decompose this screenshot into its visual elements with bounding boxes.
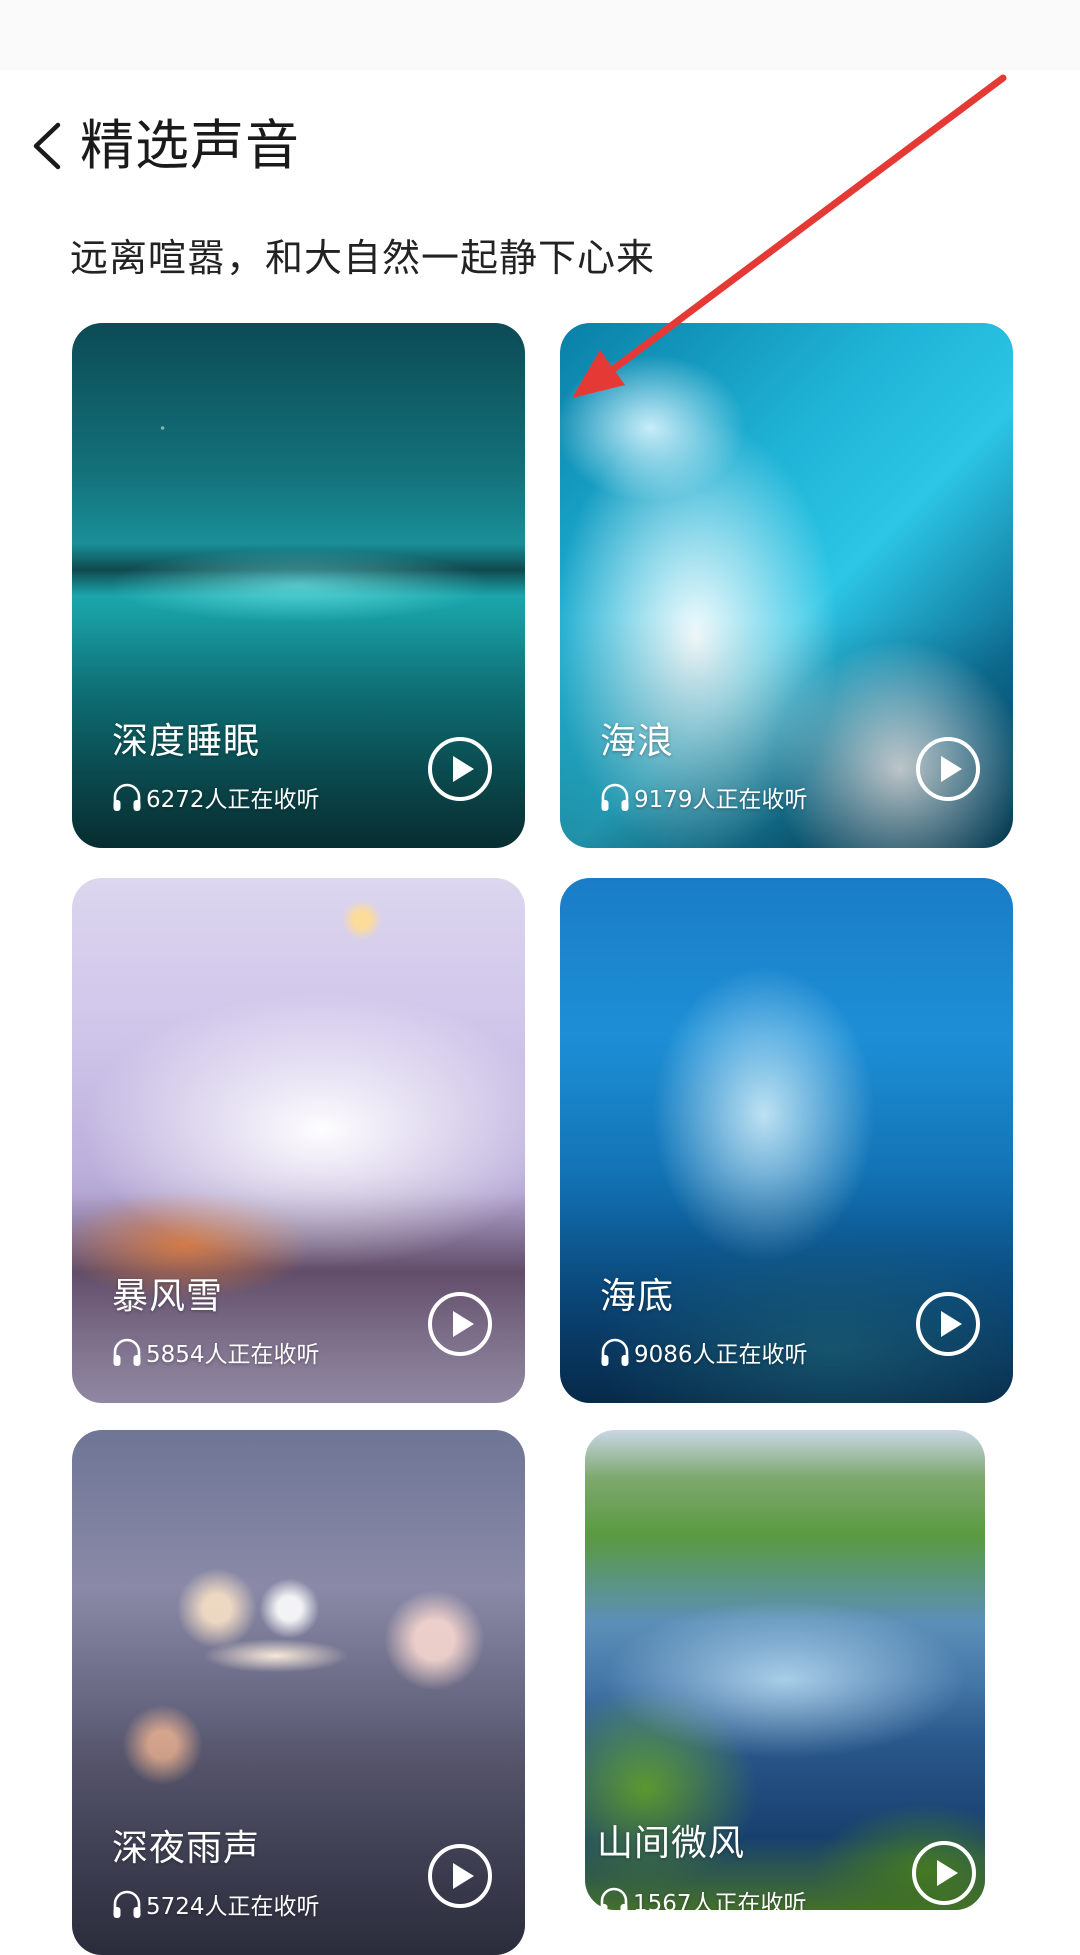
listener-count-text: 6272人正在收听 (146, 787, 320, 813)
listener-count: 5724人正在收听 (110, 1887, 320, 1921)
headphones-icon (601, 783, 629, 811)
listener-count-text: 9179人正在收听 (634, 787, 808, 813)
sound-card-night-rain[interactable]: 深夜雨声 5724人正在收听 (72, 1430, 525, 1955)
card-title: 深度睡眠 (112, 721, 261, 762)
headphones-icon (601, 1338, 629, 1366)
card-title: 山间微风 (597, 1823, 746, 1864)
play-button[interactable] (427, 1843, 493, 1909)
sound-card-seabed[interactable]: 海底 9086人正在收听 (560, 878, 1013, 1403)
headphones-icon (113, 1338, 141, 1366)
card-title: 深夜雨声 (112, 1828, 261, 1869)
headphones-icon (113, 1890, 141, 1918)
listener-count-text: 1567人正在收听 (633, 1891, 807, 1910)
listener-count: 6272人正在收听 (110, 780, 320, 814)
headphones-icon (113, 783, 141, 811)
listener-count: 1567人正在收听 (597, 1884, 807, 1910)
play-button[interactable] (915, 1291, 981, 1357)
listener-count: 5854人正在收听 (110, 1335, 320, 1369)
sound-card-deep-sleep[interactable]: 深度睡眠 6272人正在收听 (72, 323, 525, 848)
play-circle-icon (916, 1292, 980, 1356)
page-subtitle: 远离喧嚣，和大自然一起静下心来 (70, 236, 656, 280)
listener-count-text: 5854人正在收听 (146, 1342, 320, 1368)
play-button[interactable] (427, 1291, 493, 1357)
sound-card-waves[interactable]: 海浪 9179人正在收听 (560, 323, 1013, 848)
card-title: 暴风雪 (112, 1276, 224, 1317)
chevron-left-icon (33, 122, 61, 170)
headphones-icon (600, 1887, 628, 1910)
status-bar (0, 0, 1080, 70)
page-title: 精选声音 (80, 114, 300, 177)
back-button[interactable] (22, 113, 82, 179)
sound-card-blizzard[interactable]: 暴风雪 5854人正在收听 (72, 878, 525, 1403)
card-title: 海底 (600, 1276, 675, 1317)
play-circle-icon (912, 1841, 976, 1905)
listener-count: 9086人正在收听 (598, 1335, 808, 1369)
play-circle-icon (916, 737, 980, 801)
play-button[interactable] (427, 736, 493, 802)
play-circle-icon (428, 737, 492, 801)
header: 精选声音 (0, 95, 1080, 195)
listener-count-text: 9086人正在收听 (634, 1342, 808, 1368)
play-button[interactable] (915, 736, 981, 802)
card-title: 海浪 (600, 721, 675, 762)
play-button[interactable] (911, 1840, 977, 1906)
play-circle-icon (428, 1844, 492, 1908)
sound-card-mountain-breeze[interactable]: 山间微风 1567人正在收听 (585, 1430, 985, 1910)
listener-count: 9179人正在收听 (598, 780, 808, 814)
listener-count-text: 5724人正在收听 (146, 1894, 320, 1920)
play-circle-icon (428, 1292, 492, 1356)
